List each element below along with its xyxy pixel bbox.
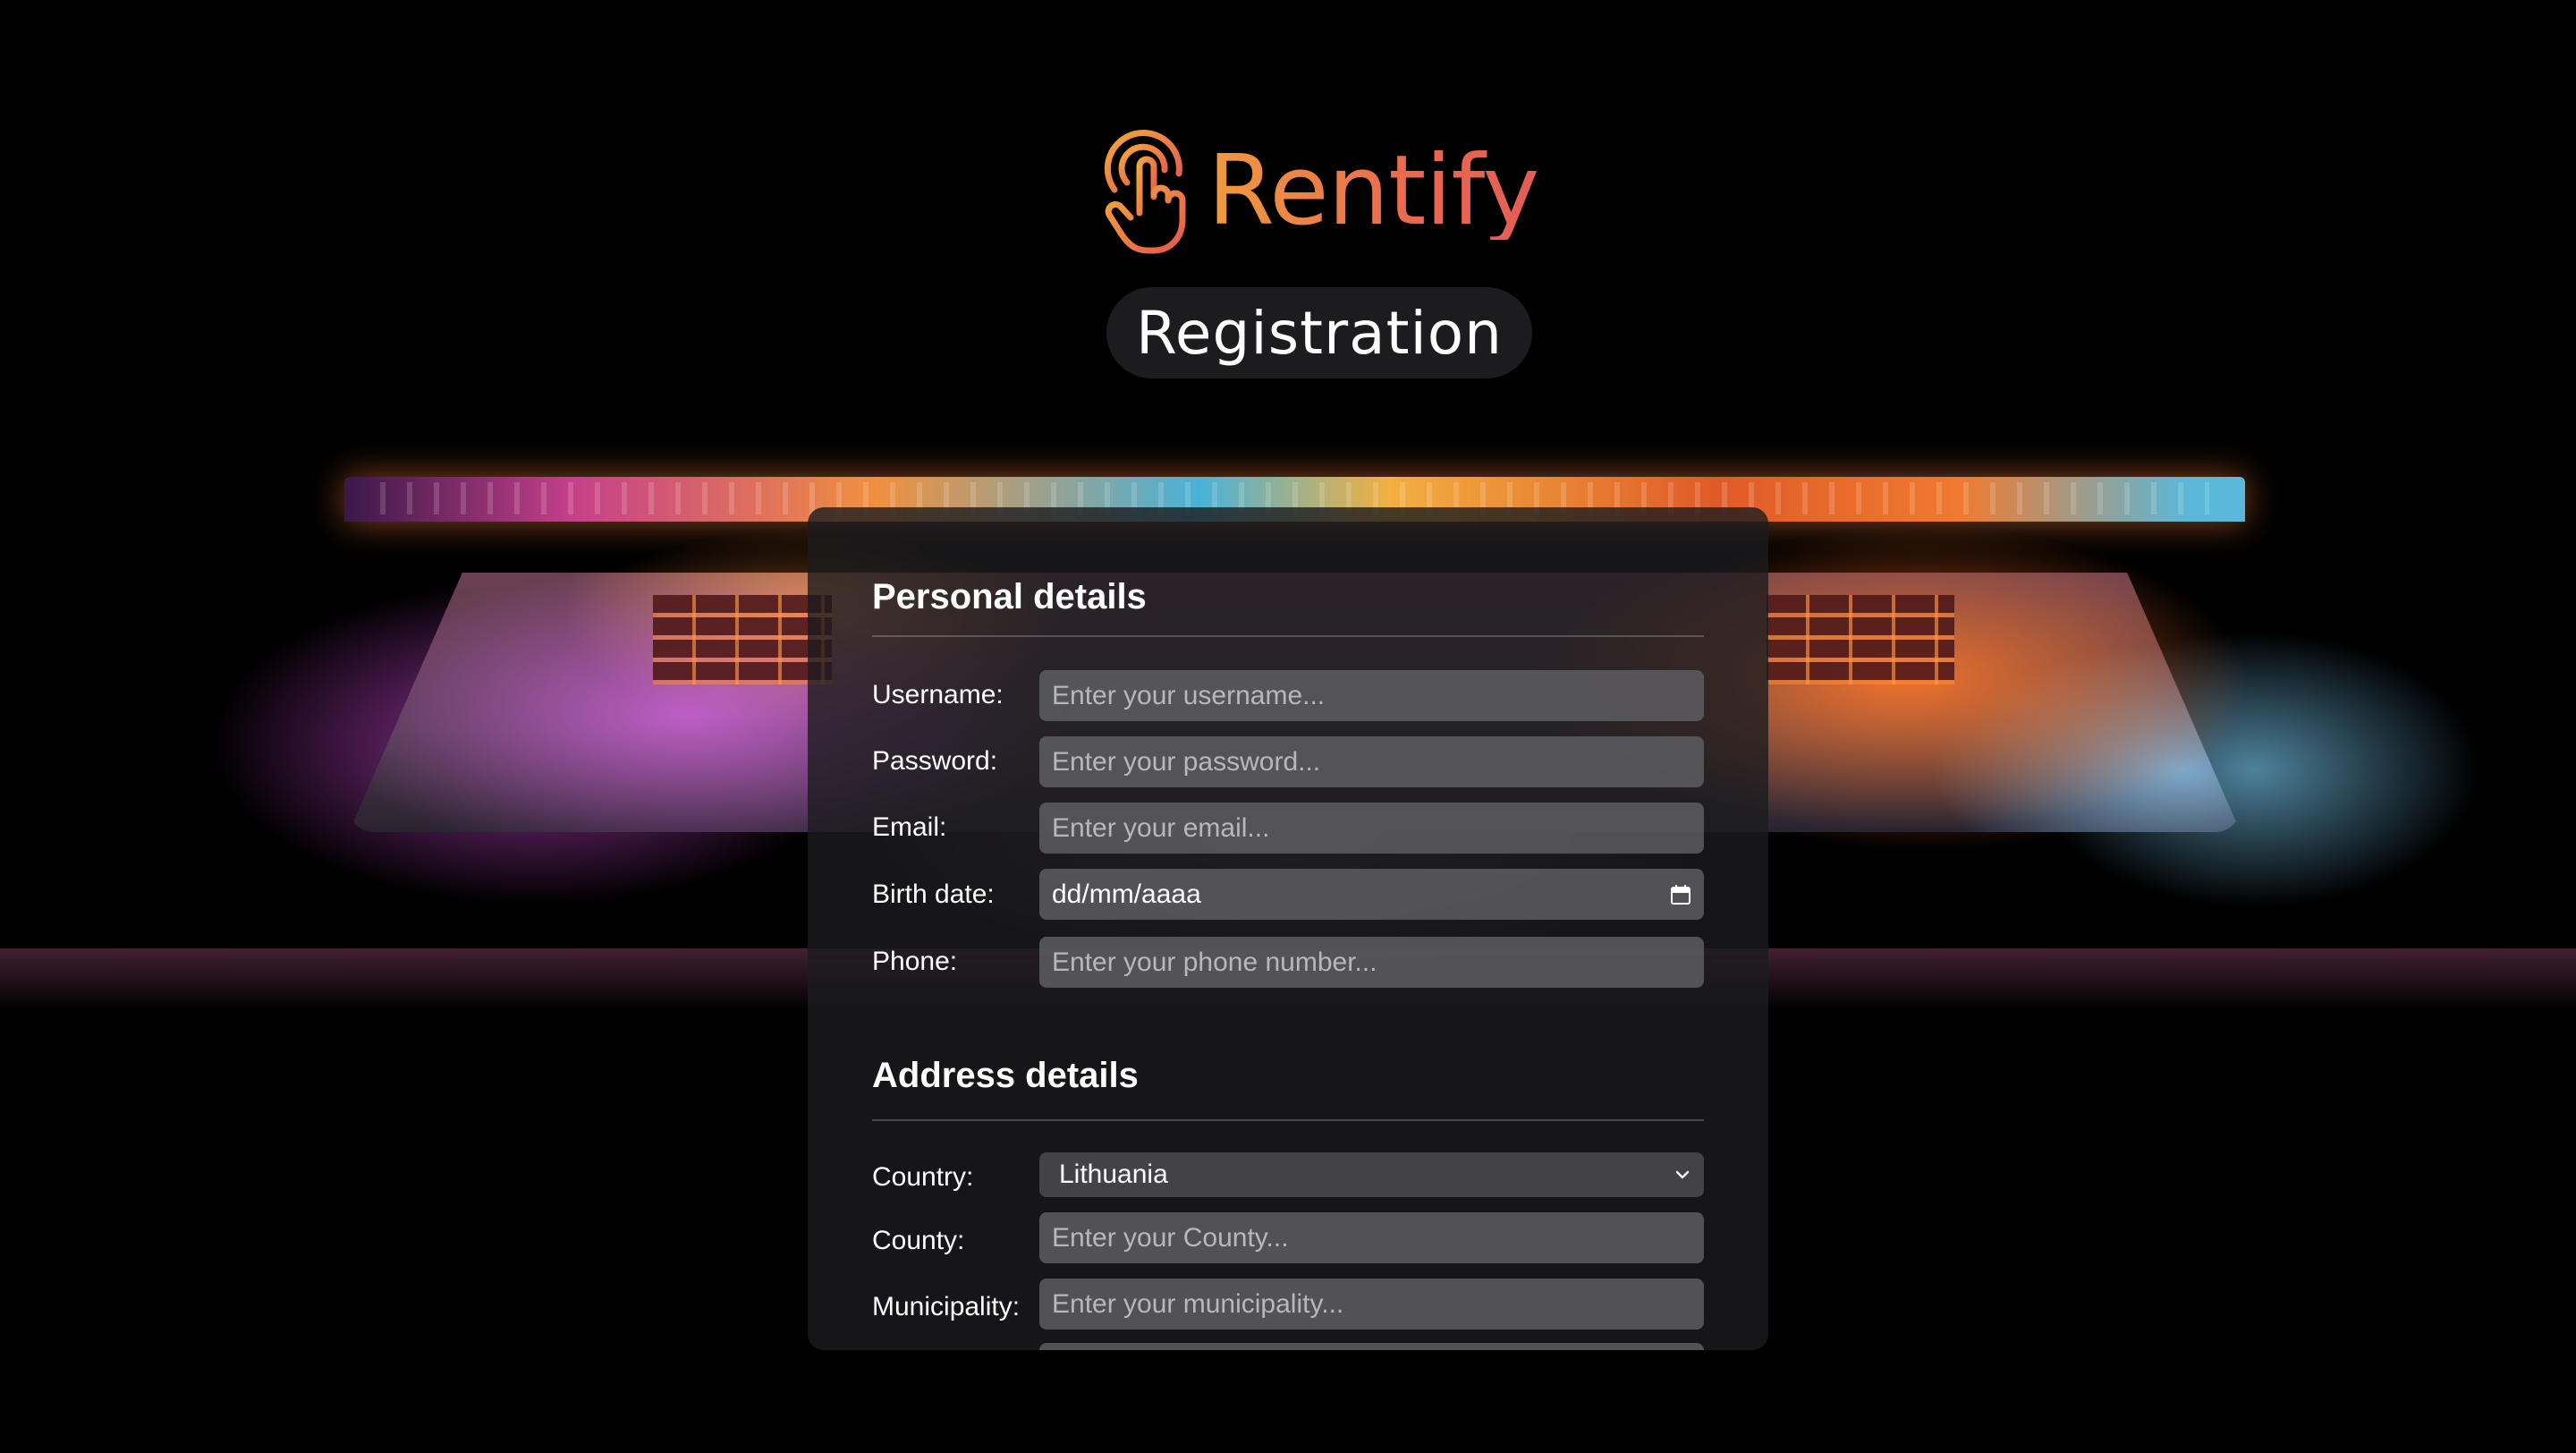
country-label: Country: xyxy=(872,1162,974,1192)
brand-logo[interactable]: Rentify xyxy=(1100,127,1539,256)
password-input[interactable] xyxy=(1039,736,1704,787)
registration-form: Personal details Username: Password: Ema… xyxy=(808,507,1768,1350)
username-input[interactable] xyxy=(1039,670,1704,721)
country-select[interactable]: Lithuania xyxy=(1039,1152,1704,1197)
phone-label: Phone: xyxy=(872,947,958,976)
phone-input[interactable] xyxy=(1039,937,1704,988)
password-label: Password: xyxy=(872,746,998,776)
username-label: Username: xyxy=(872,680,1004,710)
address-details-heading: Address details xyxy=(872,1056,1139,1095)
keyboard-right-image xyxy=(1767,595,1954,684)
pointer-hand-icon xyxy=(1104,130,1186,254)
personal-details-divider xyxy=(872,635,1704,637)
registration-page: Rentify Registration Personal details Us… xyxy=(0,0,2576,1453)
chevron-down-icon xyxy=(1675,1170,1690,1179)
county-label: County: xyxy=(872,1226,965,1255)
brand-name: Rentify xyxy=(1208,135,1539,247)
birth-date-label: Birth date: xyxy=(872,879,995,909)
page-title: Registration xyxy=(1106,287,1532,378)
email-label: Email: xyxy=(872,812,947,842)
municipality-input[interactable] xyxy=(1039,1279,1704,1330)
county-input[interactable] xyxy=(1039,1212,1704,1263)
country-selected-value: Lithuania xyxy=(1059,1160,1168,1189)
next-field-partial[interactable] xyxy=(1039,1343,1704,1350)
personal-details-heading: Personal details xyxy=(872,577,1147,616)
birth-date-input[interactable]: dd/mm/aaaa xyxy=(1039,869,1704,920)
keyboard-left-image xyxy=(653,595,832,684)
page-title-text: Registration xyxy=(1136,298,1503,368)
address-details-divider xyxy=(872,1119,1704,1121)
email-input[interactable] xyxy=(1039,803,1704,854)
calendar-icon[interactable] xyxy=(1670,884,1691,905)
municipality-label: Municipality: xyxy=(872,1292,1021,1321)
birth-date-value: dd/mm/aaaa xyxy=(1052,879,1201,909)
